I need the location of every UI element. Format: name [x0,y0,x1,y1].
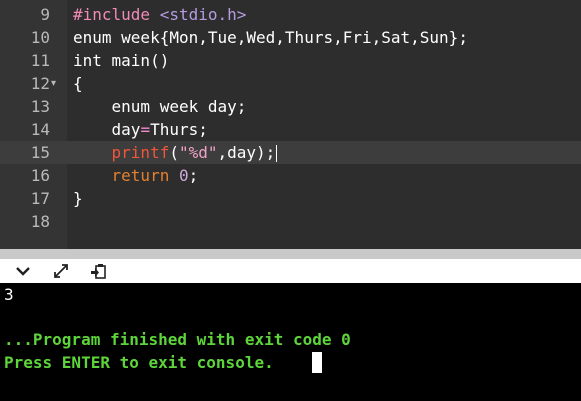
code-token: "%d" [178,143,218,162]
code-text: return 0; [73,164,199,187]
code-line[interactable]: 9 #include <stdio.h> [0,3,581,26]
code-text: { [73,72,83,95]
code-token: <stdio.h> [159,5,247,24]
code-token: printf [73,143,170,162]
exit-prompt-message: Press ENTER to exit console. [4,353,274,372]
code-line[interactable]: 18 [0,210,581,233]
pane-splitter[interactable] [0,249,581,259]
code-token: int main() [73,51,170,70]
code-token: enum week{Mon,Tue,Wed,Thurs,Fri,Sat,Sun}… [73,28,468,47]
line-number: 10 [30,28,50,47]
code-token: ; [188,166,199,185]
chevron-down-icon[interactable] [14,262,32,280]
code-token: ,day); [217,143,276,162]
console-cursor [312,352,322,373]
code-token: day [73,120,141,139]
code-token: #include [73,5,160,24]
code-text: int main() [73,49,169,72]
fold-toggle-icon[interactable]: ▾ [51,72,63,95]
code-line[interactable]: 11 int main() [0,49,581,72]
code-token: Thurs; [150,120,208,139]
code-line[interactable]: 14 day=Thurs; [0,118,581,141]
code-token: = [140,120,151,139]
line-number: 15 [30,143,50,162]
text-cursor [276,145,278,162]
code-line[interactable]: 13 enum week day; [0,95,581,118]
exit-status-message: ...Program finished with exit code 0 [4,330,351,349]
code-text: } [73,187,83,210]
code-token: } [73,189,83,208]
code-token: return [73,166,179,185]
program-output: 3 [4,285,14,304]
console-toolbar [0,259,581,283]
code-text: enum week day; [73,95,247,118]
expand-icon[interactable] [52,262,70,280]
code-token: enum week day; [73,97,247,116]
code-line[interactable]: 10 enum week{Mon,Tue,Wed,Thurs,Fri,Sat,Su… [0,26,581,49]
line-number: 18 [30,212,50,231]
line-number: 12 [30,74,50,93]
paste-icon[interactable] [90,262,108,280]
code-line[interactable]: 16 return 0; [0,164,581,187]
line-number: 14 [30,120,50,139]
line-number: 11 [30,51,50,70]
code-line[interactable]: 12 ▾ { [0,72,581,95]
code-text: #include <stdio.h> [73,3,246,26]
line-number: 16 [30,166,50,185]
code-line[interactable]: 15 printf("%d",day); [0,141,581,164]
code-token: { [73,74,83,93]
code-line[interactable]: 17} [0,187,581,210]
code-text: enum week{Mon,Tue,Wed,Thurs,Fri,Sat,Sun}… [73,26,468,49]
line-number: 17 [30,189,50,208]
code-token: 0 [178,166,189,185]
line-number: 9 [40,5,50,24]
code-token: ( [169,143,179,162]
code-editor[interactable]: 9 #include <stdio.h> 10 enum week{Mon,Tue,W… [0,0,581,249]
code-text: day=Thurs; [73,118,208,141]
line-number: 13 [30,97,50,116]
online-compiler-window: 9 #include <stdio.h> 10 enum week{Mon,Tue,W… [0,0,581,401]
console-output[interactable]: 3 ...Program finished with exit code 0 P… [0,283,581,401]
code-text: printf("%d",day); [73,141,278,164]
